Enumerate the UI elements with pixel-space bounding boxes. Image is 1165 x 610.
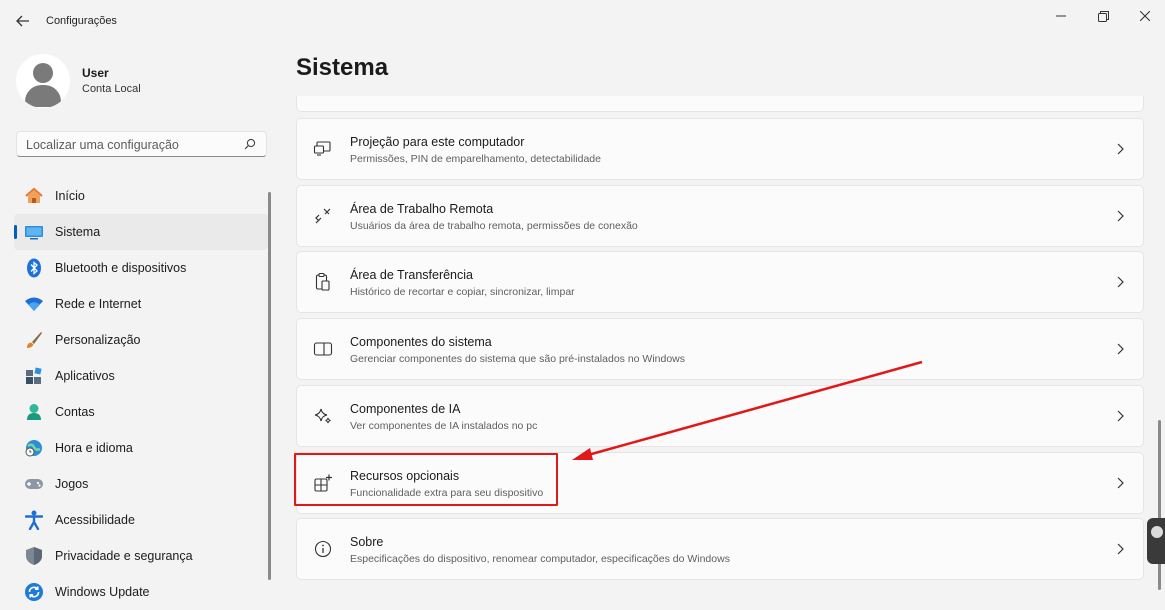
- sidebar-item-hora[interactable]: Hora e idioma: [14, 430, 268, 466]
- search-input[interactable]: Localizar uma configuração: [16, 131, 267, 157]
- widget-icon: [1151, 526, 1163, 538]
- info-icon: [313, 539, 333, 559]
- sparkle-icon: [313, 406, 333, 426]
- card-subtitle: Histórico de recortar e copiar, sincroni…: [350, 286, 575, 298]
- window-title: Configurações: [46, 15, 117, 27]
- accessibility-icon: [24, 510, 44, 530]
- card-title: Componentes do sistema: [350, 335, 492, 349]
- wifi-icon: [24, 294, 44, 314]
- sidebar-item-acessibilidade[interactable]: Acessibilidade: [14, 502, 268, 538]
- card-title: Área de Transferência: [350, 268, 473, 282]
- sidebar-item-label: Rede e Internet: [55, 297, 142, 311]
- system-icon: [24, 222, 44, 242]
- sidebar-item-contas[interactable]: Contas: [14, 394, 268, 430]
- sidebar-item-aplicativos[interactable]: Aplicativos: [14, 358, 268, 394]
- sidebar-item-inicio[interactable]: Início: [14, 178, 268, 214]
- sidebar-item-label: Windows Update: [55, 585, 150, 599]
- sidebar-item-label: Privacidade e segurança: [55, 549, 193, 563]
- sidebar-item-label: Sistema: [55, 225, 101, 239]
- accounts-icon: [24, 402, 44, 422]
- card-title: Área de Trabalho Remota: [350, 202, 494, 216]
- side-widget-tab[interactable]: [1147, 518, 1165, 564]
- sidebar-item-label: Contas: [55, 405, 95, 419]
- maximize-icon[interactable]: [1088, 6, 1118, 26]
- update-icon: [24, 582, 44, 602]
- chevron-right-icon: [1115, 209, 1125, 223]
- gamepad-icon: [24, 474, 44, 494]
- chevron-right-icon: [1115, 342, 1125, 356]
- sidebar-item-personalizacao[interactable]: Personalização: [14, 322, 268, 358]
- brush-icon: [24, 330, 44, 350]
- active-indicator: [14, 225, 17, 239]
- sidebar-item-label: Bluetooth e dispositivos: [55, 261, 187, 275]
- sidebar-item-sistema[interactable]: Sistema: [14, 214, 268, 250]
- card-area-trabalho-remota[interactable]: Área de Trabalho Remota Usuários da área…: [296, 185, 1144, 247]
- globe-clock-icon: [24, 438, 44, 458]
- sidebar-item-bluetooth[interactable]: Bluetooth e dispositivos: [14, 250, 268, 286]
- annotation-highlight-box: [294, 453, 558, 506]
- close-icon[interactable]: [1130, 6, 1160, 26]
- sidebar-scrollbar[interactable]: [268, 192, 271, 580]
- sidebar-item-label: Personalização: [55, 333, 141, 347]
- remote-desktop-icon: [313, 206, 333, 226]
- avatar[interactable]: [16, 54, 70, 108]
- card-projecao[interactable]: Projeção para este computador Permissões…: [296, 118, 1144, 180]
- minimize-icon[interactable]: [1046, 6, 1076, 26]
- title-bar: Configurações: [0, 0, 1165, 44]
- sidebar-item-label: Jogos: [55, 477, 89, 491]
- sidebar-item-jogos[interactable]: Jogos: [14, 466, 268, 502]
- search-placeholder: Localizar uma configuração: [26, 138, 179, 152]
- projection-icon: [313, 139, 333, 159]
- sidebar-item-label: Acessibilidade: [55, 513, 135, 527]
- sidebar-nav: Início Sistema Bluetooth e dispositivos …: [14, 178, 268, 610]
- main-scrollbar[interactable]: [1158, 420, 1161, 590]
- card-subtitle: Usuários da área de trabalho remota, per…: [350, 220, 638, 232]
- shield-icon: [24, 546, 44, 566]
- clipboard-icon: [313, 272, 333, 292]
- sidebar-item-label: Início: [55, 189, 85, 203]
- card-title: Componentes de IA: [350, 402, 461, 416]
- back-arrow-icon[interactable]: [12, 10, 34, 32]
- sidebar-item-privacidade[interactable]: Privacidade e segurança: [14, 538, 268, 574]
- card-area-transferencia[interactable]: Área de Transferência Histórico de recor…: [296, 251, 1144, 313]
- card-subtitle: Ver componentes de IA instalados no pc: [350, 420, 538, 432]
- user-name: User: [82, 66, 109, 80]
- chevron-right-icon: [1115, 275, 1125, 289]
- account-type: Conta Local: [82, 83, 141, 95]
- search-icon[interactable]: [243, 137, 257, 151]
- chevron-right-icon: [1115, 476, 1125, 490]
- apps-icon: [24, 366, 44, 386]
- card-title: Sobre: [350, 535, 384, 549]
- home-icon: [24, 186, 44, 206]
- chevron-right-icon: [1115, 409, 1125, 423]
- card-subtitle: Especificações do dispositivo, renomear …: [350, 553, 730, 565]
- chevron-right-icon: [1115, 142, 1125, 156]
- card-title: Projeção para este computador: [350, 135, 525, 149]
- bluetooth-icon: [24, 258, 44, 278]
- sidebar-item-label: Hora e idioma: [55, 441, 133, 455]
- chevron-right-icon: [1115, 542, 1125, 556]
- page-title: Sistema: [296, 54, 389, 81]
- annotation-arrow-icon: [572, 360, 923, 460]
- card-subtitle: Permissões, PIN de emparelhamento, detec…: [350, 153, 601, 165]
- sidebar-item-label: Aplicativos: [55, 369, 115, 383]
- system-components-icon: [313, 339, 333, 359]
- partial-card[interactable]: [296, 96, 1144, 112]
- card-sobre[interactable]: Sobre Especificações do dispositivo, ren…: [296, 518, 1144, 580]
- sidebar-item-rede[interactable]: Rede e Internet: [14, 286, 268, 322]
- sidebar-item-windows-update[interactable]: Windows Update: [14, 574, 268, 610]
